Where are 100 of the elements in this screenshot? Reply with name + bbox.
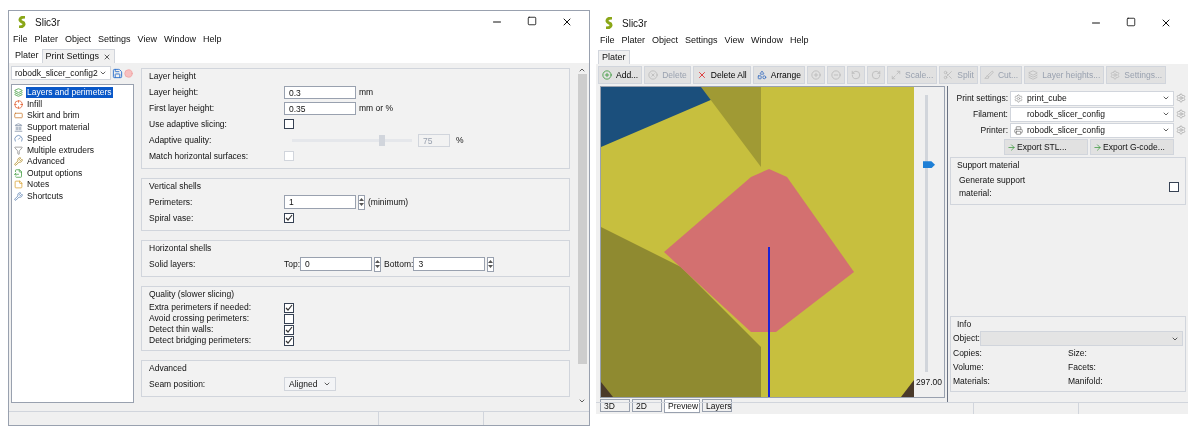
tab[interactable]: Plater: [598, 50, 630, 64]
tab[interactable]: Print Settings: [41, 49, 116, 63]
toolbar-icon: [1028, 70, 1039, 80]
close-icon[interactable]: [561, 16, 573, 28]
group-title: Info: [956, 318, 973, 331]
view-tab[interactable]: 3D: [600, 399, 630, 412]
menu-item[interactable]: Window: [163, 33, 196, 47]
spin-arrows-icon[interactable]: [487, 256, 495, 272]
menu-item[interactable]: Plater: [34, 33, 59, 47]
setting-label: Use adaptive slicing:: [149, 117, 228, 131]
category-item[interactable]: Layers and perimeters: [26, 87, 113, 99]
maximize-icon[interactable]: [527, 16, 537, 26]
view-tab[interactable]: Layers: [702, 399, 732, 412]
close-tab-icon[interactable]: [103, 52, 112, 61]
category-item[interactable]: Infill: [26, 98, 44, 110]
category-item[interactable]: Shortcuts: [26, 190, 64, 202]
checkbox[interactable]: [284, 335, 294, 346]
toolbar-icon: [696, 70, 707, 80]
window-title: Slic3r: [35, 15, 60, 30]
preset-dropdown[interactable]: robodk_slicer_config: [1010, 122, 1174, 138]
info-label: Manifold:: [1068, 374, 1104, 388]
unit-label: %: [456, 133, 464, 147]
checkbox[interactable]: [1169, 181, 1179, 192]
spin-arrows-icon[interactable]: [358, 194, 365, 210]
scrollbar[interactable]: [576, 66, 588, 405]
dropdown[interactable]: Aligned: [284, 377, 337, 391]
category-icon: [14, 134, 23, 144]
setting-label: Detect thin walls:: [149, 323, 215, 336]
checkbox[interactable]: [284, 213, 294, 223]
info-label: Materials:: [953, 374, 991, 388]
view-tab[interactable]: Preview: [664, 399, 700, 413]
scroll-up-icon[interactable]: [578, 66, 586, 74]
menu-item[interactable]: File: [13, 33, 28, 47]
category-icon: [14, 168, 23, 178]
category-item[interactable]: Support material: [26, 121, 91, 133]
info-label: Volume:: [953, 360, 985, 374]
checkbox[interactable]: [284, 324, 294, 335]
number-field[interactable]: 3: [413, 257, 486, 271]
maximize-icon[interactable]: [1126, 17, 1136, 27]
menu-item[interactable]: Settings: [685, 34, 718, 48]
checkbox[interactable]: [284, 302, 294, 313]
arrow-right-icon: [1093, 142, 1102, 152]
menu-item[interactable]: Object: [652, 34, 679, 48]
category-item[interactable]: Notes: [26, 179, 51, 191]
menu-item[interactable]: View: [137, 33, 157, 47]
close-icon[interactable]: [1160, 17, 1172, 29]
menu-item[interactable]: Window: [750, 34, 783, 48]
number-field[interactable]: 0: [300, 257, 373, 271]
category-item[interactable]: Skirt and brim: [26, 110, 81, 122]
text-field[interactable]: 0.35: [284, 101, 356, 115]
category-icon: [14, 111, 23, 121]
setting-label: Layer height:: [149, 85, 200, 99]
app-logo-icon: [604, 17, 614, 29]
spin-arrows-icon[interactable]: [374, 256, 382, 272]
menu-item[interactable]: Help: [789, 34, 809, 48]
toolbar-icon: [756, 70, 767, 80]
chevron-down-icon: [99, 69, 107, 77]
info-label: Size:: [1068, 346, 1088, 360]
menu-item[interactable]: Plater: [621, 34, 646, 48]
toolbar-button[interactable]: Delete All: [692, 66, 751, 84]
menu-item[interactable]: View: [724, 34, 744, 48]
setting-label: Extra perimeters if needed:: [149, 301, 253, 314]
menu-item[interactable]: Help: [202, 33, 222, 47]
layer-slider-thumb[interactable]: [923, 161, 935, 169]
menu-item[interactable]: File: [600, 34, 615, 48]
text-field[interactable]: 0.3: [284, 85, 356, 99]
category-item[interactable]: Advanced: [26, 156, 66, 168]
window-title: Slic3r: [622, 16, 647, 31]
chevron-down-icon: [323, 380, 332, 388]
toolbar-icon: [648, 70, 659, 80]
category-item[interactable]: Speed: [26, 133, 53, 145]
category-icon: [14, 122, 23, 132]
menu-item[interactable]: Settings: [98, 33, 131, 47]
toolbar-button[interactable]: Arrange: [752, 66, 805, 84]
toolbar-icon: [870, 70, 881, 80]
checkbox[interactable]: [284, 313, 294, 324]
toolbar-icon: [810, 70, 821, 80]
tab[interactable]: Plater: [12, 49, 42, 63]
number-field[interactable]: 1: [284, 195, 356, 209]
preset-dropdown[interactable]: robodk_slicer_config2: [11, 66, 111, 80]
save-icon[interactable]: [112, 67, 123, 79]
checkbox[interactable]: [284, 119, 294, 129]
category-icon: [14, 180, 23, 190]
view-tab[interactable]: 2D: [632, 399, 662, 412]
export-button[interactable]: Export STL...: [1004, 139, 1088, 155]
group-title: Support material: [957, 159, 1021, 172]
preset-dropdown[interactable]: robodk_slicer_config: [1010, 106, 1174, 122]
gear-icon: [1014, 93, 1023, 103]
preset-label: Filament:: [972, 107, 1009, 121]
scroll-down-icon[interactable]: [578, 397, 586, 405]
menu-item[interactable]: Object: [65, 33, 92, 47]
toolbar-button[interactable]: Add...: [598, 66, 643, 84]
info-label: Copies:: [953, 346, 983, 360]
export-button[interactable]: Export G-code...: [1090, 139, 1174, 155]
category-item[interactable]: Output options: [26, 167, 84, 179]
info-label: Object:: [953, 332, 980, 345]
setting-label: First layer height:: [149, 101, 216, 115]
3d-preview-drawing[interactable]: [601, 87, 914, 397]
category-item[interactable]: Multiple extruders: [26, 144, 96, 156]
preset-dropdown[interactable]: print_cube: [1010, 90, 1174, 106]
